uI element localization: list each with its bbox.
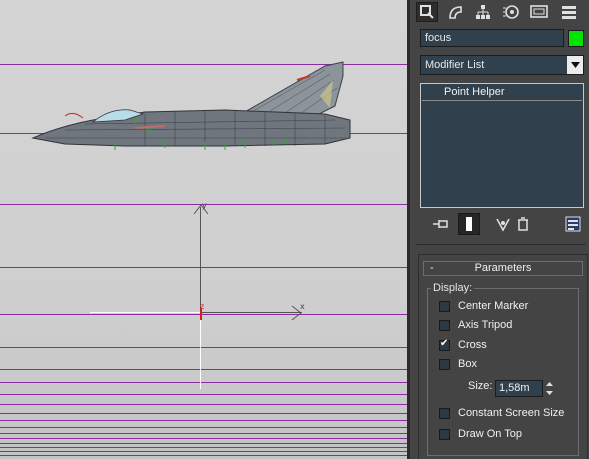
display-icon xyxy=(530,5,548,18)
modify-tab[interactable] xyxy=(444,2,466,22)
draw-on-top-row[interactable]: Draw On Top xyxy=(439,427,522,441)
box-label: Box xyxy=(458,358,477,370)
object-name-field[interactable]: focus xyxy=(420,29,564,47)
grid-line xyxy=(0,433,407,434)
command-panel: focus Modifier List Point Helper - Param… xyxy=(407,0,589,459)
rollout-title: Parameters xyxy=(474,262,532,274)
grid-line xyxy=(0,420,407,421)
constant-screen-size-label: Constant Screen Size xyxy=(458,407,565,419)
cross-line-horizontal xyxy=(90,312,202,313)
make-unique-icon xyxy=(496,218,510,232)
y-axis-line xyxy=(200,207,201,312)
cross-line-vertical xyxy=(200,312,201,389)
x-axis-line xyxy=(202,312,302,313)
grid-line xyxy=(0,455,407,456)
object-color-swatch[interactable] xyxy=(568,30,584,47)
command-panel-tabs xyxy=(416,2,588,22)
make-unique-button[interactable] xyxy=(492,213,514,235)
create-icon xyxy=(420,5,434,19)
grid-line xyxy=(0,347,407,348)
cross-label: Cross xyxy=(458,339,487,351)
grid-line xyxy=(0,369,407,370)
axis-tripod-checkbox[interactable] xyxy=(439,319,450,331)
parameters-rollout: - Parameters Display: Center Marker Axis… xyxy=(418,254,588,459)
utilities-icon xyxy=(562,6,576,19)
center-marker-label: Center Marker xyxy=(458,300,529,312)
draw-on-top-checkbox[interactable] xyxy=(439,428,450,440)
grid-line xyxy=(0,451,407,452)
motion-icon xyxy=(503,5,519,19)
modifier-stack[interactable]: Point Helper xyxy=(420,83,584,208)
spinner-down-icon[interactable] xyxy=(544,389,555,397)
x-axis-label: x xyxy=(300,302,305,311)
size-label: Size: xyxy=(468,380,493,392)
grid-line xyxy=(0,267,407,268)
grid-line xyxy=(0,427,407,428)
grid-line xyxy=(0,413,407,414)
modifier-list-label: Modifier List xyxy=(425,59,485,71)
remove-modifier-icon xyxy=(518,217,528,231)
motion-tab[interactable] xyxy=(500,2,522,22)
grid-line xyxy=(0,394,407,395)
configure-icon xyxy=(565,216,581,232)
show-end-result-button[interactable] xyxy=(458,213,480,235)
axis-tripod-row[interactable]: Axis Tripod xyxy=(439,318,512,332)
grid-line xyxy=(0,443,407,444)
size-spinner[interactable] xyxy=(544,380,555,397)
chevron-down-icon[interactable] xyxy=(567,56,583,74)
size-input[interactable]: 1,58m xyxy=(495,380,543,397)
draw-on-top-label: Draw On Top xyxy=(458,428,522,440)
constant-screen-size-checkbox[interactable] xyxy=(439,407,450,419)
cross-checkbox[interactable] xyxy=(439,338,450,351)
box-checkbox[interactable] xyxy=(439,358,450,370)
parameters-rollout-header[interactable]: - Parameters xyxy=(423,261,583,276)
jet-model[interactable] xyxy=(25,58,355,153)
modifier-list-dropdown[interactable]: Modifier List xyxy=(420,55,584,75)
spinner-up-icon[interactable] xyxy=(544,380,555,388)
y-axis-label: y xyxy=(202,201,207,210)
z-axis-line xyxy=(200,308,202,320)
stack-item-point-helper[interactable]: Point Helper xyxy=(422,85,582,101)
grid-line xyxy=(0,438,407,439)
grid-line xyxy=(0,447,407,448)
display-group-label: Display: xyxy=(431,282,475,294)
cross-row[interactable]: Cross xyxy=(439,338,487,352)
configure-modifier-sets-button[interactable] xyxy=(562,213,584,235)
pin-stack-button[interactable] xyxy=(430,213,452,235)
constant-screen-size-row[interactable]: Constant Screen Size xyxy=(439,406,564,420)
hierarchy-tab[interactable] xyxy=(472,2,494,22)
show-end-result-icon xyxy=(466,217,472,231)
box-row[interactable]: Box xyxy=(439,357,477,371)
create-tab[interactable] xyxy=(416,2,438,22)
pin-icon xyxy=(433,220,448,228)
perspective-viewport[interactable]: y x z xyxy=(0,0,407,459)
center-marker-row[interactable]: Center Marker xyxy=(439,299,528,313)
axis-tripod-label: Axis Tripod xyxy=(458,319,513,331)
stack-toolbar xyxy=(420,213,584,237)
hierarchy-icon xyxy=(476,5,490,19)
utilities-tab[interactable] xyxy=(558,2,580,22)
grid-line xyxy=(0,314,407,315)
modify-icon xyxy=(449,6,462,19)
remove-modifier-button[interactable] xyxy=(512,213,534,235)
grid-line xyxy=(0,404,407,405)
center-marker-checkbox[interactable] xyxy=(439,300,450,312)
divider xyxy=(416,244,586,245)
grid-line xyxy=(0,382,407,383)
display-tab[interactable] xyxy=(528,2,550,22)
